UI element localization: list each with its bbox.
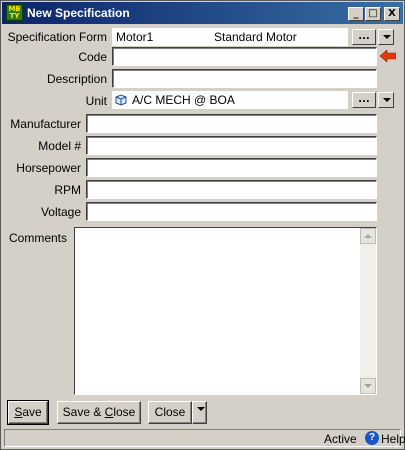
code-label: Code [78,50,107,64]
window-title: New Specification [27,6,130,20]
horsepower-label: Horsepower [16,161,81,175]
voltage-input[interactable] [86,202,377,221]
horsepower-input[interactable] [86,158,377,177]
window-controls: _ □ X [347,5,400,21]
app-logo-icon: MB TY [6,4,23,21]
unit-label: Unit [85,94,107,108]
comments-scrollbar[interactable] [360,228,376,394]
rpm-input[interactable] [86,180,377,199]
manufacturer-label: Manufacturer [10,117,81,131]
description-input[interactable] [112,69,377,88]
save-label-rest: ave [22,405,42,419]
unit-lookup-button[interactable]: ... [352,92,376,108]
manufacturer-input[interactable] [86,114,377,133]
spec-form-field[interactable]: Motor1 Standard Motor [112,28,348,46]
required-arrow-icon [380,50,396,62]
close-window-button[interactable]: X [384,7,400,21]
rpm-label: RPM [54,183,81,197]
model-label: Model # [38,139,81,153]
save-button[interactable]: Save [7,400,49,425]
title-bar[interactable]: MB TY New Specification _ □ X [2,2,403,24]
code-input[interactable] [112,47,377,66]
maximize-button[interactable]: □ [365,7,381,21]
help-link[interactable]: Help [381,432,405,446]
comments-label: Comments [8,231,67,245]
unit-dropdown-button[interactable] [378,92,394,108]
unit-cube-icon [115,94,127,106]
spec-form-name: Standard Motor [214,30,297,44]
spec-form-lookup-button[interactable]: ... [352,29,376,45]
help-icon[interactable]: ? [365,431,379,445]
description-label: Description [46,72,107,86]
close-button[interactable]: Close [148,401,192,424]
unit-value: A/C MECH @ BOA [132,93,235,107]
save-close-label-pre: Save & [62,405,105,419]
close-options-dropdown-button[interactable] [192,401,207,424]
spec-form-label: Specification Form [7,30,107,44]
new-specification-window: MB TY New Specification _ □ X Specificatio… [0,0,405,450]
spec-form-code: Motor1 [116,30,154,44]
status-bar: Active ? Help [4,429,405,447]
comments-textarea[interactable] [74,227,377,395]
minimize-button[interactable]: _ [348,7,364,21]
status-state: Active [324,432,357,446]
unit-field[interactable]: A/C MECH @ BOA [112,91,348,109]
scroll-down-button[interactable] [360,378,376,394]
save-close-label-rest: lose [113,405,136,419]
save-close-button[interactable]: Save & Close [57,401,141,424]
scroll-up-button[interactable] [360,228,376,244]
spec-form-dropdown-button[interactable] [378,29,394,45]
model-input[interactable] [86,136,377,155]
voltage-label: Voltage [40,205,81,219]
